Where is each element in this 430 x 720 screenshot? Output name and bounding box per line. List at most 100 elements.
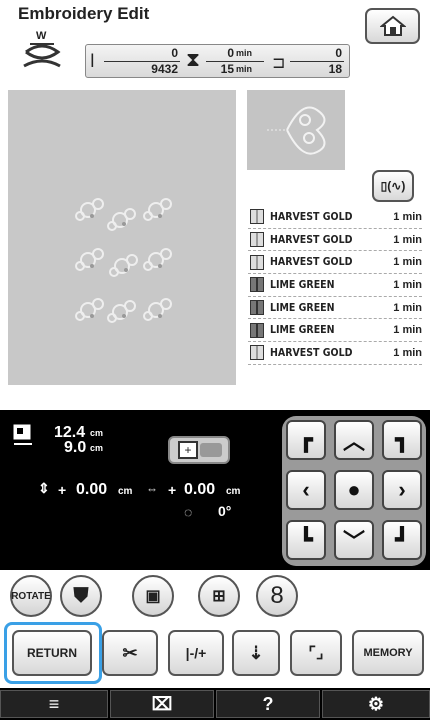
thread-color-button[interactable]: ⊞ (198, 575, 240, 617)
thread-row: HARVEST GOLD 1 min (248, 229, 422, 252)
rotate-button[interactable]: ROTATE (10, 575, 52, 617)
thread-color-list: HARVEST GOLD 1 min HARVEST GOLD 1 min HARVES… (248, 206, 422, 365)
thread-swatch-icon (250, 277, 264, 293)
wave-zoom-icon: ▯(∿) (380, 179, 406, 193)
home-button[interactable] (365, 8, 420, 44)
return-button[interactable]: RETURN (12, 630, 92, 676)
thread-name: LIME GREEN (270, 278, 335, 291)
corner-up-left-icon: ┏ (299, 427, 313, 452)
thread-time: 1 min (393, 324, 422, 337)
spool-color-icon: ⊞ (212, 588, 226, 605)
horizontal-arrow-icon: ⇔ (146, 482, 158, 496)
move-down-button[interactable]: ﹀ (334, 520, 374, 560)
preview-motif (267, 106, 326, 155)
settings-icon: ⚙ (367, 693, 385, 714)
border-button[interactable]: ⛊ (60, 575, 102, 617)
thread-name: HARVEST GOLD (270, 233, 353, 246)
color-total: 18 (328, 62, 342, 76)
thread-time: 1 min (393, 346, 422, 359)
rotate-label: ROTATE (11, 590, 51, 602)
vertical-offset: 0.00 (76, 481, 108, 498)
chevron-right-icon: › (398, 477, 406, 502)
time-current: 0 (227, 46, 234, 60)
rotate-indicator-icon: ◌ (184, 504, 193, 520)
vertical-arrow-icon: ⇕ (38, 480, 50, 496)
move-up-button[interactable]: ︿ (334, 420, 374, 460)
menu-button[interactable]: ≡ (0, 690, 108, 718)
horizontal-offset: 0.00 (184, 481, 216, 498)
density-icon: ▣ (145, 588, 161, 605)
density-button[interactable]: ▣ (132, 575, 174, 617)
stitch-current: 0 (171, 46, 178, 60)
thread-swatch-icon (250, 322, 264, 338)
thread-swatch-icon (250, 232, 264, 248)
move-down-right-button[interactable]: ┛ (382, 520, 422, 560)
center-button[interactable]: ● (334, 470, 374, 510)
center-dot-icon: ● (347, 477, 361, 502)
color-change-icon: ⊐ (272, 55, 286, 72)
thread-time: 1 min (393, 233, 422, 246)
time-total: 15 (220, 62, 234, 76)
thread-row: LIME GREEN 1 min (248, 297, 422, 320)
move-up-left-button[interactable]: ┏ (286, 420, 326, 460)
rotation-angle: 0° (218, 503, 232, 519)
scissors-icon: ✂ (122, 642, 138, 663)
needle-icon: ǀ (90, 51, 95, 71)
stitch-total: 9432 (151, 62, 178, 76)
number-label: 8 (270, 582, 284, 609)
thread-swatch-icon (250, 209, 264, 225)
thread-icon-label: W (36, 30, 47, 42)
home-icon (379, 15, 406, 36)
chevron-down-icon: ﹀ (342, 529, 365, 554)
thread-time: 1 min (393, 278, 422, 291)
starting-point-button[interactable]: ⇣ (232, 630, 280, 676)
thread-swatch-icon (250, 300, 264, 316)
move-right-button[interactable]: › (382, 470, 422, 510)
menu-icon: ≡ (48, 693, 60, 714)
time-total-unit: min (236, 64, 253, 74)
move-direction-pad: ┏ ︿ ┓ ‹ ● › ┗ ﹀ ┛ (282, 416, 426, 566)
corner-down-right-icon: ┛ (395, 527, 409, 552)
chevron-left-icon: ‹ (302, 477, 310, 502)
thread-name: LIME GREEN (270, 301, 335, 314)
thread-time: 1 min (393, 301, 422, 314)
plus-icon: + (178, 441, 198, 459)
thread-time: 1 min (393, 210, 422, 223)
hourglass-icon: ⧗ (186, 49, 201, 71)
sewing-machine-button[interactable]: ⌧ (110, 690, 214, 718)
thread-row: HARVEST GOLD 1 min (248, 342, 422, 365)
chevron-up-icon: ︿ (342, 429, 365, 454)
return-label: RETURN (27, 646, 77, 660)
thread-name: LIME GREEN (270, 324, 335, 337)
vertical-offset-unit: cm (118, 486, 133, 497)
thread-tension-icon: W (20, 30, 64, 74)
help-button[interactable]: ? (216, 690, 320, 718)
number-button[interactable]: 8 (256, 575, 298, 617)
thread-row: HARVEST GOLD 1 min (248, 251, 422, 275)
move-left-button[interactable]: ‹ (286, 470, 326, 510)
sewing-status-bar: ǀ 0 9432 ⧗ 0 min 15 min ⊐ 0 18 (85, 44, 350, 78)
thread-swatch-icon (250, 345, 264, 361)
thread-swatch-icon (250, 254, 264, 270)
thread-name: HARVEST GOLD (270, 256, 353, 269)
horizontal-offset-unit: cm (226, 486, 241, 497)
layout-toggle-button[interactable]: + (168, 436, 230, 464)
trial-button[interactable]: ⌜⌟ (290, 630, 342, 676)
thread-name: HARVEST GOLD (270, 346, 353, 359)
size-width-unit: cm (90, 443, 104, 453)
size-width: 9.0 (64, 439, 87, 456)
corner-down-left-icon: ┗ (299, 527, 313, 552)
machine-icon: ⌧ (151, 693, 173, 714)
stitch-forward-back-button[interactable]: |-/+ (168, 630, 224, 676)
stitch-step-icon: |-/+ (185, 645, 207, 661)
cut-button[interactable]: ✂ (102, 630, 158, 676)
memory-button[interactable]: MEMORY (352, 630, 424, 676)
needle-down-icon: ⇣ (248, 642, 264, 663)
settings-button[interactable]: ⚙ (322, 690, 430, 718)
move-down-left-button[interactable]: ┗ (286, 520, 326, 560)
embroidery-work-area[interactable] (8, 90, 236, 385)
frame-corners-icon: ⌜⌟ (308, 645, 324, 662)
size-height-unit: cm (90, 428, 104, 438)
move-up-right-button[interactable]: ┓ (382, 420, 422, 460)
zoom-preview-button[interactable]: ▯(∿) (372, 170, 414, 202)
